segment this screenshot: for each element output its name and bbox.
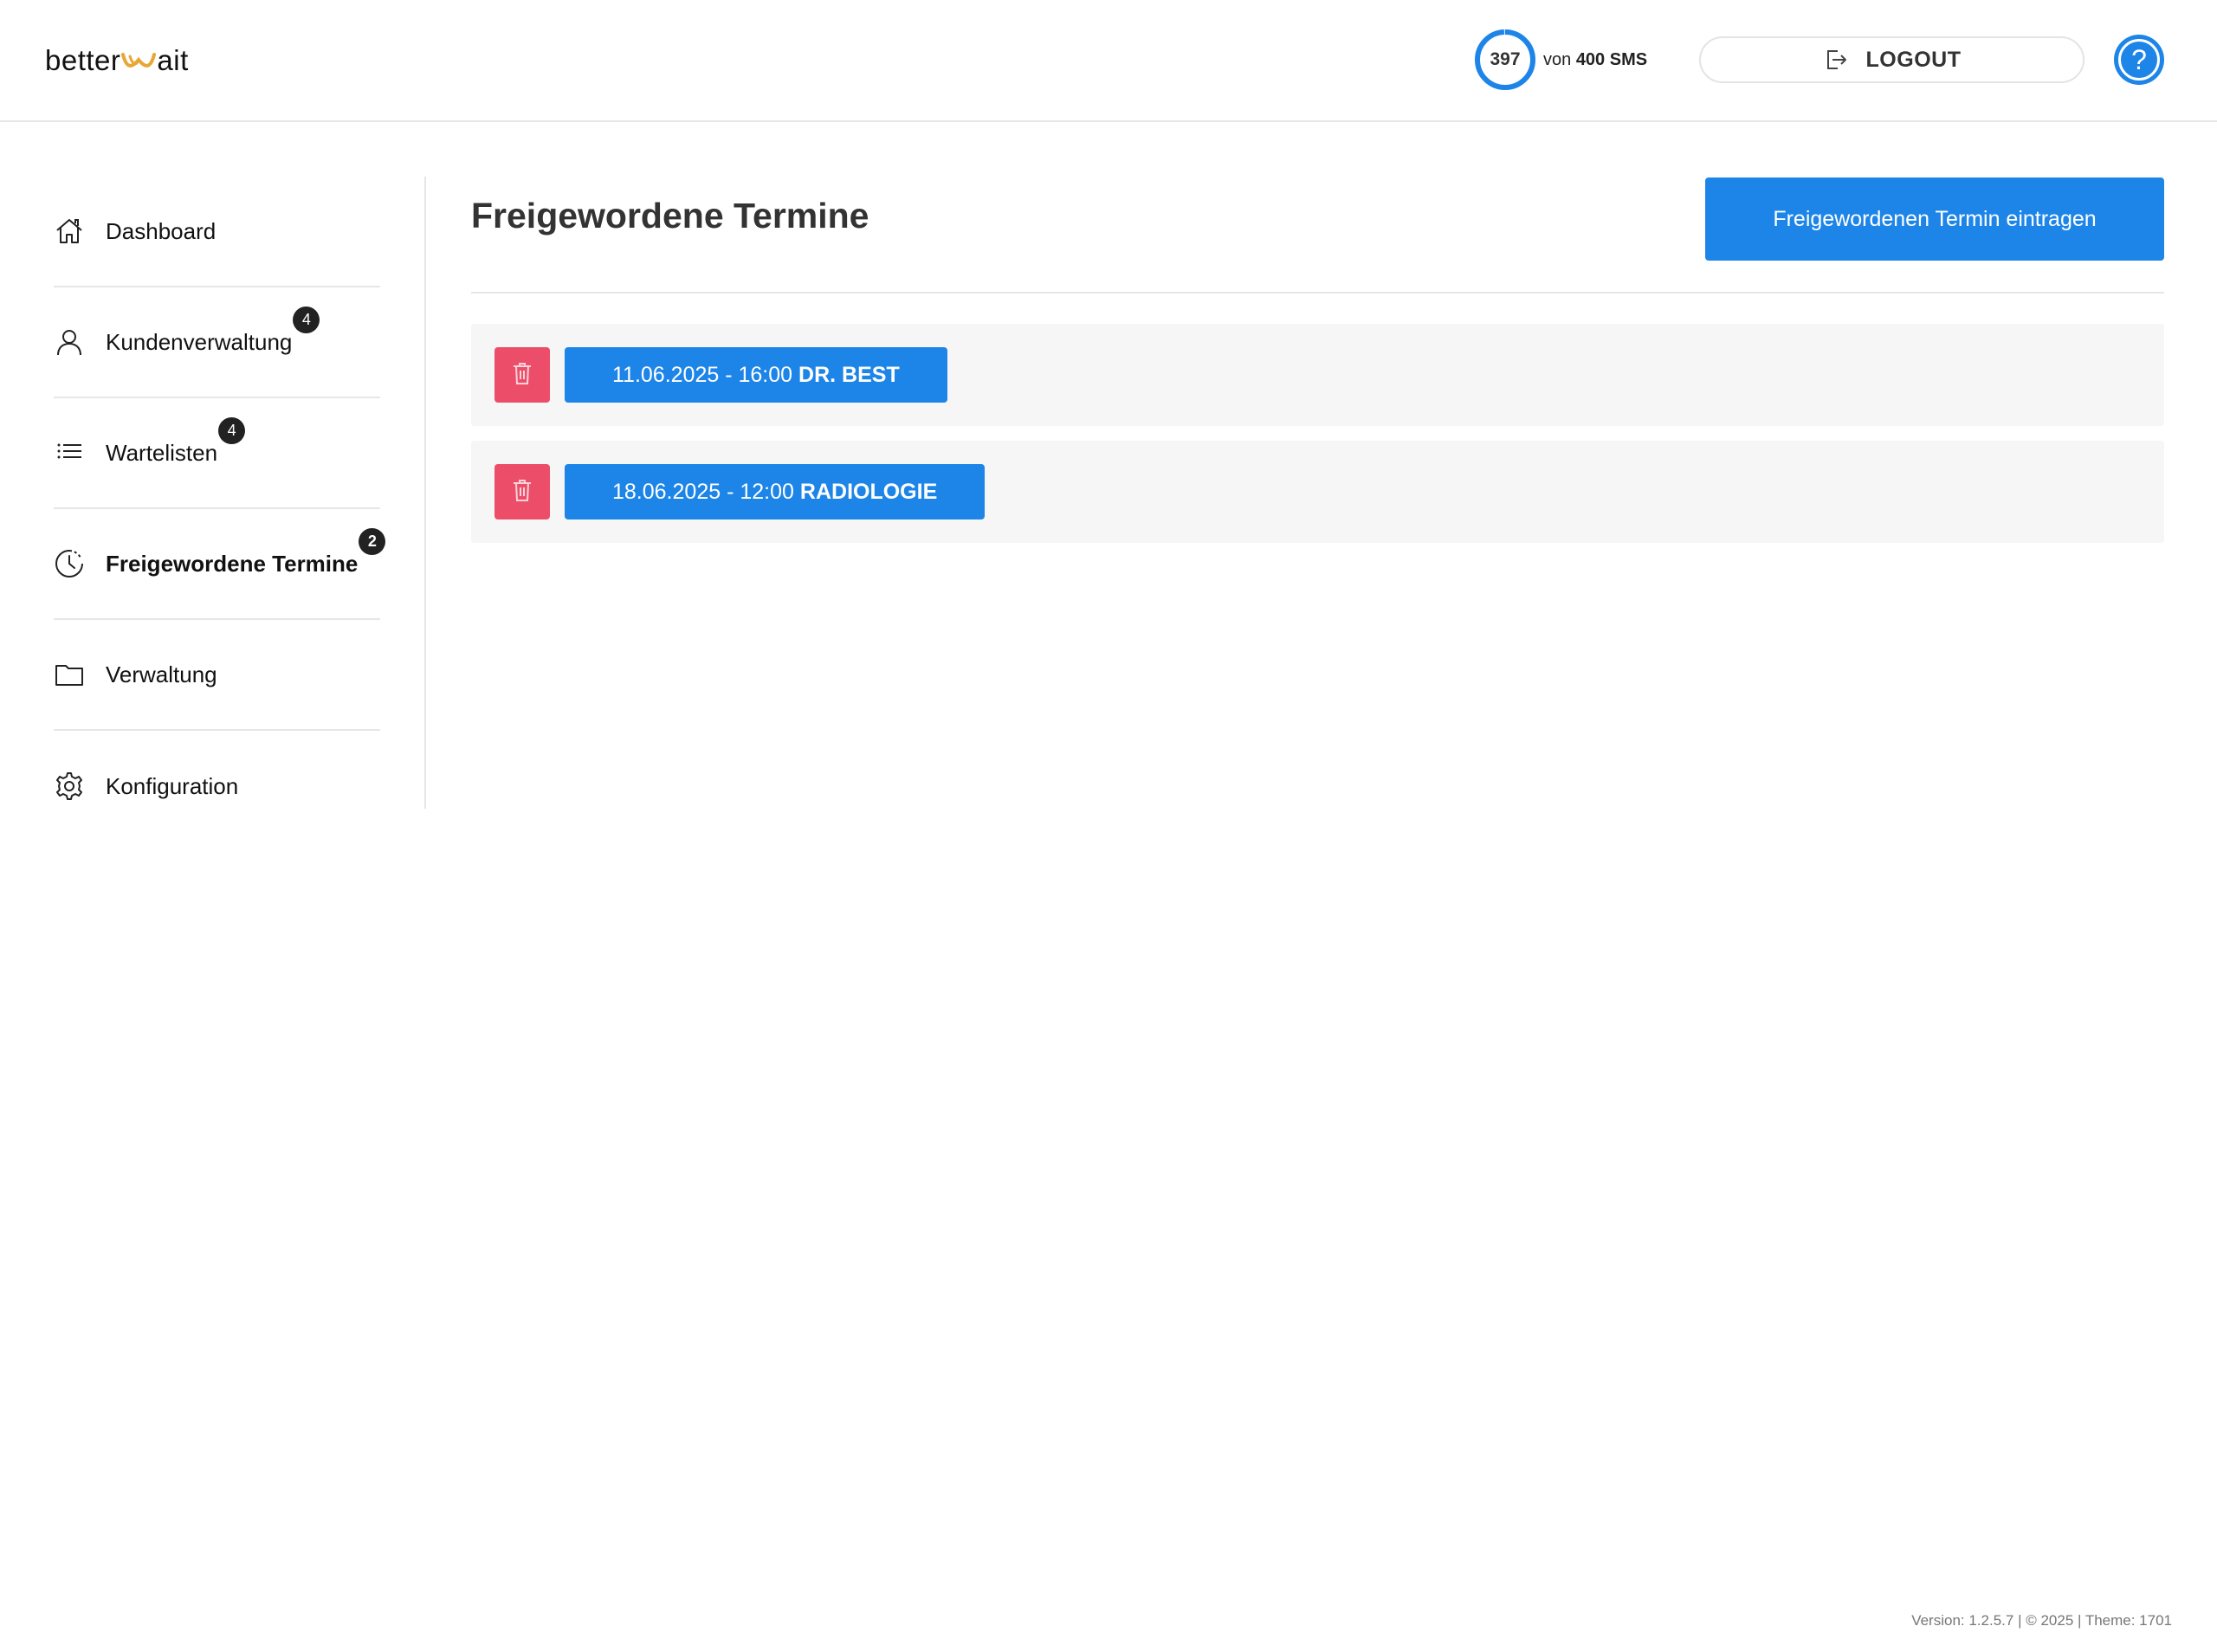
sms-quota-text: von 400 SMS <box>1543 50 1647 70</box>
sms-quota-total: 400 SMS <box>1575 49 1648 69</box>
add-free-appointment-button[interactable]: Freigewordenen Termin eintragen <box>1705 177 2164 261</box>
clock-icon <box>54 548 85 579</box>
list-icon <box>54 437 85 468</box>
sidebar-item-label: Wartelisten 4 <box>106 416 246 467</box>
sidebar-item-label: Konfiguration <box>106 772 239 799</box>
sms-used-count: 397 <box>1490 49 1521 69</box>
notification-badge: 4 <box>218 416 246 444</box>
appointment-row: 18.06.2025 - 12:00 RADIOLOGIE <box>471 441 2164 543</box>
logout-button[interactable]: LOGOUT <box>1699 36 2084 83</box>
sidebar-item-label: Freigewordene Termine 2 <box>106 527 386 578</box>
delete-button[interactable] <box>494 347 550 403</box>
trash-icon <box>512 361 533 390</box>
trash-icon <box>512 478 533 507</box>
title-divider <box>471 292 2164 294</box>
appointment-row: 11.06.2025 - 16:00 DR. BEST <box>471 324 2164 426</box>
appointment-datetime: 11.06.2025 - 16:00 <box>612 362 793 387</box>
sidebar-item-kundenverwaltung[interactable]: Kundenverwaltung 4 <box>54 287 380 398</box>
appointment-location: RADIOLOGIE <box>799 479 938 504</box>
question-mark-icon: ? <box>2118 39 2160 81</box>
home-icon <box>54 216 85 247</box>
sms-counter: 397 von 400 SMS <box>1474 29 1647 91</box>
sidebar-nav: Dashboard Kundenverwaltung 4 Wartelisten… <box>0 177 426 809</box>
sidebar-item-dashboard[interactable]: Dashboard <box>54 177 380 287</box>
footer-version: Version: 1.2.5.7 | © 2025 | Theme: 1701 <box>1911 1612 2172 1629</box>
sms-progress-ring: 397 <box>1474 29 1536 91</box>
delete-button[interactable] <box>494 464 550 519</box>
page-title: Freigewordene Termine <box>471 196 869 236</box>
appointment-datetime: 18.06.2025 - 12:00 <box>612 479 794 504</box>
sms-quota-prefix: von <box>1543 49 1572 69</box>
sidebar-item-konfiguration[interactable]: Konfiguration <box>54 731 380 842</box>
logo-text-part2: ait <box>157 44 189 76</box>
appointment-chip[interactable]: 18.06.2025 - 12:00 RADIOLOGIE <box>565 464 986 519</box>
folder-icon <box>54 659 85 690</box>
logo-text-part1: better <box>45 44 121 76</box>
app-logo[interactable]: better ait <box>45 43 189 78</box>
logout-icon <box>1823 47 1849 73</box>
top-header: better ait 397 von 400 SMS LOGOUT ? <box>0 0 2217 122</box>
sidebar-item-verwaltung[interactable]: Verwaltung <box>54 620 380 731</box>
notification-badge: 2 <box>359 527 386 555</box>
help-button[interactable]: ? <box>2114 35 2164 85</box>
appointment-location: DR. BEST <box>798 362 900 387</box>
sidebar-item-label: Dashboard <box>106 217 217 244</box>
appointment-list: 11.06.2025 - 16:00 DR. BEST 18.06.2025 -… <box>471 324 2164 558</box>
appointment-chip[interactable]: 11.06.2025 - 16:00 DR. BEST <box>565 347 947 403</box>
sidebar-item-label: Kundenverwaltung 4 <box>106 306 320 356</box>
logout-label: LOGOUT <box>1865 47 1962 72</box>
sidebar-item-freigewordene-termine[interactable]: Freigewordene Termine 2 <box>54 509 386 620</box>
sidebar-item-label: Verwaltung <box>106 661 217 687</box>
logo-w-mark-icon <box>121 48 157 74</box>
user-icon <box>54 326 85 358</box>
notification-badge: 4 <box>293 306 320 333</box>
sidebar-item-wartelisten[interactable]: Wartelisten 4 <box>54 398 380 509</box>
gear-icon <box>54 771 85 802</box>
